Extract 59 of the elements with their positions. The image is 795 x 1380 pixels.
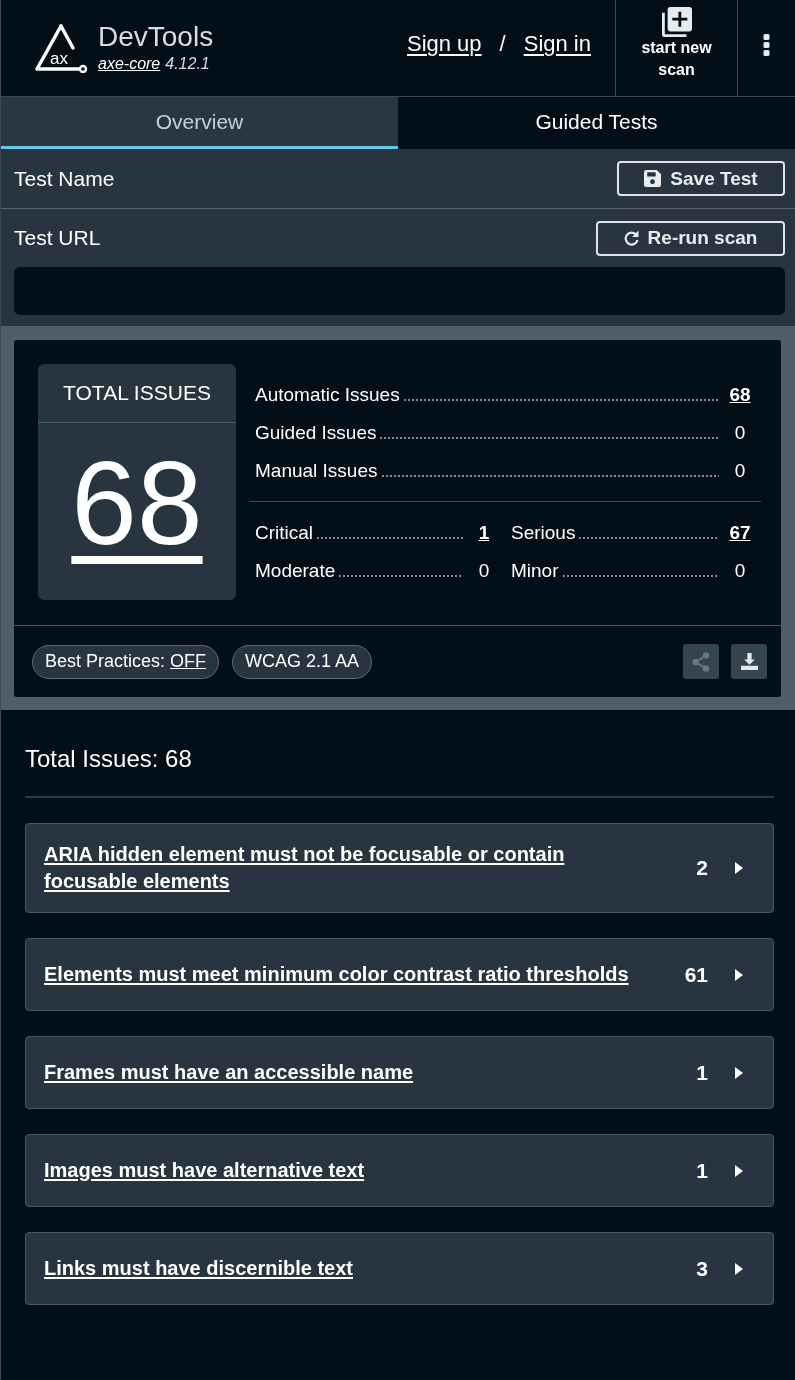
field-label: Test URL	[14, 226, 101, 250]
issue-row[interactable]: ARIA hidden element must not be focusable or contain focusable elements 2	[25, 823, 774, 913]
version-link[interactable]: axe-core	[98, 55, 161, 73]
chip-label: Best Practices:	[45, 651, 166, 672]
stat-label: Critical	[255, 521, 314, 545]
stat-label: Moderate	[255, 559, 336, 583]
stat-label: Guided Issues	[255, 421, 377, 445]
stat-value: 0	[733, 422, 747, 444]
download-button[interactable]	[731, 644, 767, 679]
issue-count: 61	[683, 962, 708, 987]
stat-link[interactable]: 67	[727, 522, 753, 544]
total-count-link[interactable]: 68	[71, 442, 203, 563]
tab[interactable]: Overview	[1, 97, 398, 149]
issue-link[interactable]: ARIA hidden element must not be focusable or contain focusable elements	[44, 841, 648, 895]
issue-row[interactable]: Links must have discernible text 3	[25, 1232, 774, 1305]
stat-label: Manual Issues	[255, 459, 378, 483]
issue-count: 3	[695, 1256, 708, 1281]
results-heading: Total Issues: 68	[25, 744, 193, 774]
account-link[interactable]: Sign in	[523, 31, 591, 57]
toggle-link[interactable]: OFF	[170, 651, 207, 672]
standard-tag: WCAG 2.1 AA	[232, 644, 373, 679]
issue-link[interactable]: Frames must have an accessible name	[44, 1059, 648, 1086]
caret-right-icon	[735, 1262, 743, 1275]
issue-count: 2	[695, 856, 708, 880]
stat-label: Minor	[511, 559, 559, 583]
rerun-scan-button[interactable]: Re-run scan	[596, 220, 785, 256]
issue-row[interactable]: Elements must meet minimum color contrast ratio thresholds 61	[25, 938, 774, 1011]
stat-link[interactable]: 1	[471, 522, 497, 544]
stat-link[interactable]: 68	[727, 384, 753, 406]
issue-link[interactable]: Elements must meet minimum color contrast ratio thresholds	[44, 961, 648, 988]
issue-row[interactable]: Frames must have an accessible name 1	[25, 1036, 774, 1109]
issue-count: 1	[695, 1060, 708, 1085]
download-icon	[740, 653, 758, 670]
caret-right-icon	[735, 862, 743, 874]
issue-row[interactable]: Images must have alternative text 1	[25, 1134, 774, 1207]
total-label: TOTAL ISSUES	[63, 381, 211, 405]
app-title: DevTools	[98, 21, 214, 53]
account-link[interactable]: Sign up	[406, 31, 482, 57]
caret-right-icon	[735, 968, 743, 981]
issue-link[interactable]: Links must have discernible text	[44, 1255, 648, 1282]
new-scan-button[interactable]: start new scan	[615, 0, 737, 96]
url-field[interactable]	[14, 267, 785, 315]
stat-value: 0	[733, 560, 747, 582]
save-test-button[interactable]: Save Test	[617, 161, 785, 196]
plus-squares-icon	[661, 7, 692, 37]
refresh-icon	[623, 230, 639, 246]
issue-count: 1	[695, 1158, 708, 1183]
stat-label: Automatic Issues	[255, 383, 400, 407]
field-label: Test Name	[14, 166, 115, 191]
share-icon	[692, 651, 710, 672]
more-options-icon	[763, 34, 770, 56]
issue-link[interactable]: Images must have alternative text	[44, 1157, 648, 1184]
caret-right-icon	[735, 1164, 743, 1177]
caret-right-icon	[735, 1066, 743, 1079]
separator-text: /	[499, 31, 506, 57]
version-number: 4.12.1	[165, 55, 210, 73]
stat-label: Serious	[511, 521, 576, 545]
stat-value: 0	[477, 560, 491, 582]
stat-value: 0	[733, 460, 747, 482]
